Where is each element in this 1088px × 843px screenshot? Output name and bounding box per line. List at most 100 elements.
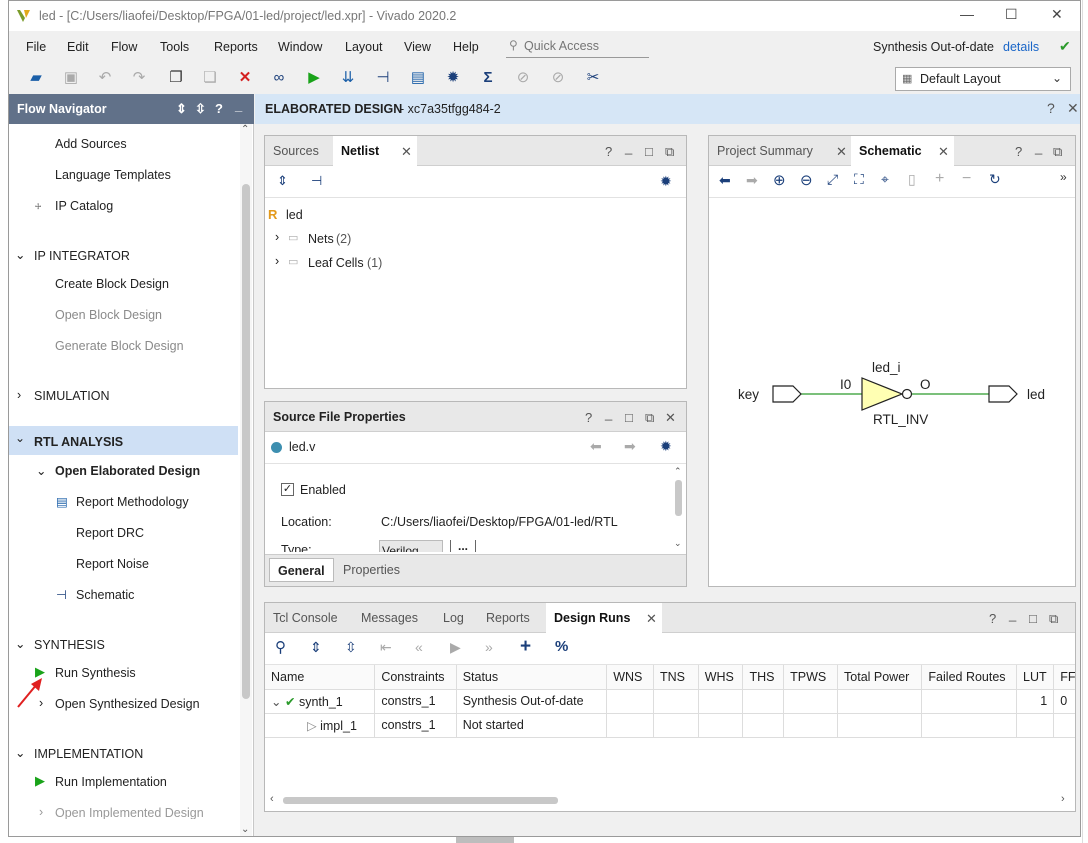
help-icon[interactable]: ? bbox=[1047, 100, 1055, 116]
table-row[interactable]: ▷ impl_1 constrs_1 Not started bbox=[265, 713, 1075, 738]
chevron-down-icon[interactable]: ⌄ bbox=[15, 745, 25, 760]
rtl-analysis-row[interactable]: ⌄ RTL ANALYSIS bbox=[9, 426, 238, 455]
percent-icon[interactable]: % bbox=[555, 638, 568, 655]
menu-file[interactable]: File bbox=[26, 40, 46, 54]
report-noise-item[interactable]: Report Noise bbox=[76, 557, 149, 571]
chevron-right-icon[interactable]: › bbox=[275, 230, 279, 244]
previous-icon[interactable]: « bbox=[415, 639, 423, 655]
column-header[interactable]: LUT bbox=[1016, 665, 1055, 690]
menu-layout[interactable]: Layout bbox=[345, 40, 383, 54]
tool-tweak-icon[interactable]: ✂ bbox=[583, 68, 603, 88]
close-button[interactable]: ✕ bbox=[1051, 6, 1063, 23]
zoom-in-icon[interactable]: ⊕ bbox=[773, 171, 786, 189]
chevron-down-icon[interactable]: ⌄ bbox=[271, 695, 281, 709]
scrollbar-thumb[interactable] bbox=[283, 797, 558, 804]
chevron-down-icon[interactable]: ⌄ bbox=[36, 463, 46, 478]
copy-icon[interactable]: ❐ bbox=[166, 68, 186, 88]
sort-icon[interactable]: ⇳ bbox=[195, 101, 206, 117]
maximize-panel-icon[interactable]: □ bbox=[1029, 611, 1037, 626]
table-row[interactable]: ⌄ ✔ synth_1 constrs_1 Synthesis Out-of-d… bbox=[265, 689, 1075, 714]
inverter-cell[interactable] bbox=[861, 377, 904, 411]
tab-general[interactable]: General bbox=[269, 558, 334, 582]
collapse-all-icon[interactable]: ⇕ bbox=[176, 101, 187, 117]
scrollbar-thumb[interactable] bbox=[675, 480, 682, 516]
close-icon[interactable]: ✕ bbox=[665, 410, 676, 426]
schematic-item[interactable]: Schematic bbox=[76, 588, 134, 602]
runs-hscrollbar[interactable]: ‹ › bbox=[265, 793, 1075, 809]
menu-flow[interactable]: Flow bbox=[111, 40, 137, 54]
tab-properties[interactable]: Properties bbox=[343, 563, 400, 577]
help-icon[interactable]: ? bbox=[215, 101, 223, 116]
scroll-right-icon[interactable]: › bbox=[1061, 793, 1065, 805]
column-header[interactable]: THS bbox=[742, 665, 785, 690]
more-toolbar-button[interactable]: » bbox=[1060, 170, 1067, 184]
delete-icon[interactable]: ✕ bbox=[235, 68, 255, 88]
column-header[interactable]: FF bbox=[1053, 665, 1075, 690]
column-header[interactable]: Status bbox=[456, 665, 608, 690]
schematic-canvas[interactable] bbox=[709, 198, 1075, 586]
enabled-checkbox[interactable]: ✓ bbox=[281, 483, 294, 496]
run-synthesis-item[interactable]: Run Synthesis bbox=[55, 666, 136, 680]
zoom-area-icon[interactable]: ⛶ bbox=[854, 171, 864, 188]
quick-access-input[interactable] bbox=[524, 37, 646, 55]
undo-icon[interactable]: ↶ bbox=[95, 68, 115, 88]
tab-log[interactable]: Log bbox=[435, 603, 472, 633]
search-icon[interactable]: ⚲ bbox=[275, 638, 286, 656]
layout-select[interactable]: ▦ Default Layout ⌄ bbox=[895, 67, 1071, 91]
column-header[interactable]: Failed Routes bbox=[921, 665, 1017, 690]
report-drc-item[interactable]: Report DRC bbox=[76, 526, 144, 540]
minimize-panel-icon[interactable]: _ bbox=[605, 406, 612, 421]
plus-icon[interactable]: + bbox=[520, 636, 531, 658]
led-port[interactable] bbox=[988, 385, 1018, 403]
column-header[interactable]: WHS bbox=[698, 665, 744, 690]
first-icon[interactable]: ⇤ bbox=[380, 639, 392, 656]
schematic-icon[interactable]: ⊣ bbox=[373, 68, 393, 88]
float-panel-icon[interactable]: ⧉ bbox=[1049, 611, 1058, 627]
simulation-section[interactable]: SIMULATION bbox=[34, 389, 109, 403]
synthesis-section[interactable]: SYNTHESIS bbox=[34, 638, 105, 652]
type-select[interactable]: Verilog bbox=[379, 540, 443, 552]
redo-icon[interactable]: ↷ bbox=[129, 68, 149, 88]
run-implementation-item[interactable]: Run Implementation bbox=[55, 775, 167, 789]
open-synthesized-design-item[interactable]: Open Synthesized Design bbox=[55, 697, 200, 711]
close-tab-icon[interactable]: ✕ bbox=[646, 611, 657, 627]
refresh-icon[interactable]: ↻ bbox=[989, 171, 1001, 188]
play-icon[interactable]: ▶ bbox=[450, 639, 461, 656]
back-arrow-icon[interactable]: ⬅ bbox=[719, 172, 731, 189]
scroll-down-icon[interactable]: ⌄ bbox=[241, 824, 249, 835]
save-icon[interactable]: ▣ bbox=[61, 68, 81, 88]
tab-reports[interactable]: Reports bbox=[478, 603, 538, 633]
settings-icon[interactable]: ✹ bbox=[660, 438, 672, 455]
browse-button[interactable]: ... bbox=[450, 540, 476, 552]
chevron-right-icon[interactable]: › bbox=[17, 388, 21, 402]
schematic-icon[interactable]: ⊣ bbox=[311, 173, 322, 189]
forward-arrow-icon[interactable]: ➡ bbox=[746, 172, 758, 189]
details-link[interactable]: details bbox=[1003, 40, 1039, 54]
scroll-up-icon[interactable]: ⌃ bbox=[241, 124, 249, 135]
sigma-icon[interactable]: Σ bbox=[478, 68, 498, 88]
back-arrow-icon[interactable]: ⬅ bbox=[590, 438, 602, 455]
add-sources-item[interactable]: Add Sources bbox=[55, 137, 127, 151]
float-panel-icon[interactable]: ⧉ bbox=[665, 144, 674, 160]
tab-sources[interactable]: Sources bbox=[265, 136, 327, 166]
open-block-design-item[interactable]: Open Block Design bbox=[55, 308, 162, 322]
minimize-panel-icon[interactable]: _ bbox=[625, 140, 632, 155]
program-icon[interactable]: ⇊ bbox=[338, 68, 358, 88]
implementation-section[interactable]: IMPLEMENTATION bbox=[34, 747, 143, 761]
nets-node[interactable]: Nets bbox=[308, 232, 334, 246]
column-header[interactable]: TNS bbox=[653, 665, 699, 690]
settings-icon[interactable]: ✹ bbox=[443, 68, 463, 88]
netlist-root[interactable]: led bbox=[286, 208, 303, 222]
tab-project-summary[interactable]: Project Summary bbox=[709, 136, 821, 166]
tab-messages[interactable]: Messages bbox=[353, 603, 426, 633]
column-header[interactable]: TPWS bbox=[783, 665, 839, 690]
close-tab-icon[interactable]: ✕ bbox=[401, 144, 412, 160]
open-implemented-design-item[interactable]: Open Implemented Design bbox=[55, 806, 204, 819]
close-tab-icon[interactable]: ✕ bbox=[836, 144, 847, 160]
chevron-down-icon[interactable]: ⌄ bbox=[15, 636, 25, 651]
chevron-right-icon[interactable]: › bbox=[275, 254, 279, 268]
open-elaborated-design-item[interactable]: Open Elaborated Design bbox=[55, 464, 200, 478]
scroll-left-icon[interactable]: ‹ bbox=[270, 793, 274, 805]
open-project-icon[interactable]: ▰ bbox=[26, 68, 46, 88]
leaf-cells-node[interactable]: Leaf Cells bbox=[308, 256, 364, 270]
